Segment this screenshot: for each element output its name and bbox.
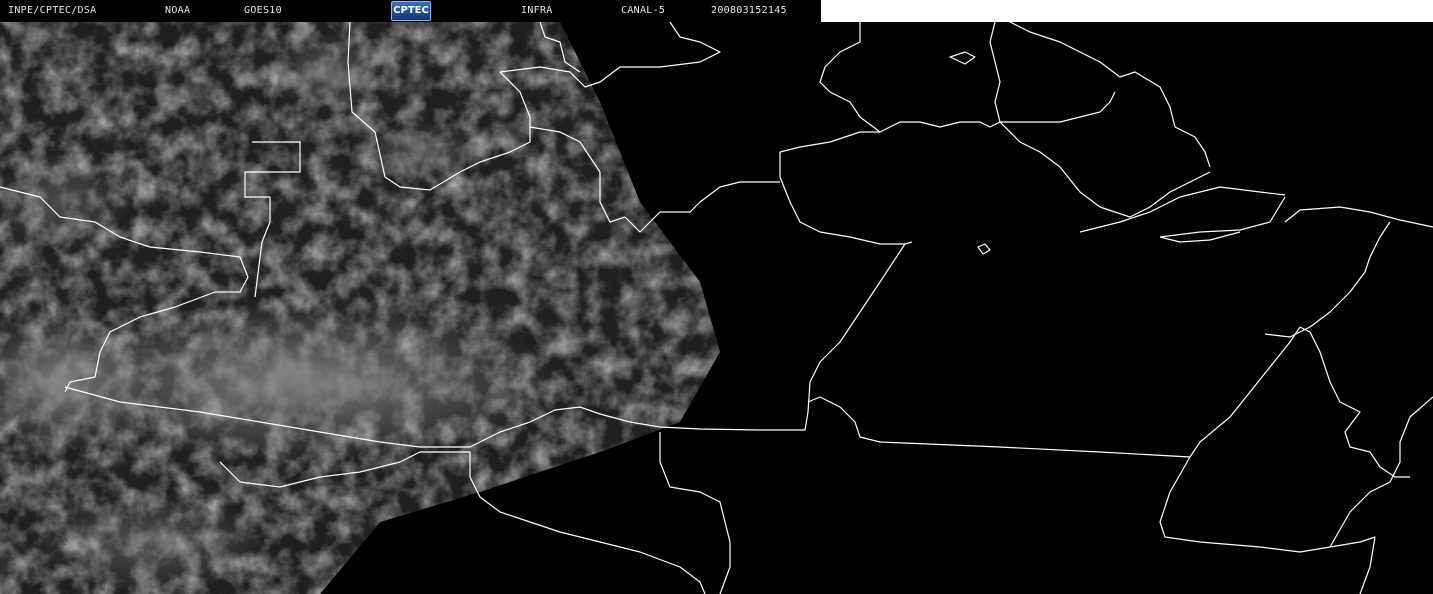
border-northeast: [1284, 206, 1433, 228]
product-label: INFRA: [521, 5, 553, 16]
border-delta-3: [1159, 231, 1241, 243]
border-south-central: [659, 432, 731, 594]
agency-label: NOAA: [165, 5, 191, 16]
border-delta-1: [1079, 186, 1286, 233]
image-header-bar: INPE/CPTEC/DSA NOAA GOES10 CPTEC INFRA C…: [0, 0, 821, 22]
border-east-inner: [1329, 396, 1433, 548]
border-guianas-3: [989, 22, 1001, 123]
institution-label: INPE/CPTEC/DSA: [8, 5, 97, 16]
border-delta-2: [1159, 196, 1286, 238]
border-guianas-1: [779, 91, 1116, 153]
cptec-logo: CPTEC: [391, 1, 431, 21]
border-guianas-4: [1009, 22, 1211, 168]
channel-label: CANAL-5: [621, 5, 666, 16]
border-long-east: [807, 326, 1301, 458]
border-center-block: [779, 152, 905, 245]
satellite-label: GOES10: [244, 5, 282, 16]
border-east-coast: [1264, 221, 1391, 338]
satellite-map-svg: [0, 22, 1433, 594]
border-line-dotted: [904, 241, 913, 245]
timestamp-label: 200803152145: [711, 5, 787, 16]
border-lake: [949, 51, 976, 65]
border-coast: [999, 121, 1211, 218]
satellite-image: [0, 22, 1433, 594]
header-blank-area: [821, 0, 1433, 22]
border-far-east: [1299, 326, 1410, 478]
cloud-cover: [0, 22, 720, 594]
border-small-island: [977, 243, 991, 255]
border-guianas-2: [819, 22, 881, 133]
